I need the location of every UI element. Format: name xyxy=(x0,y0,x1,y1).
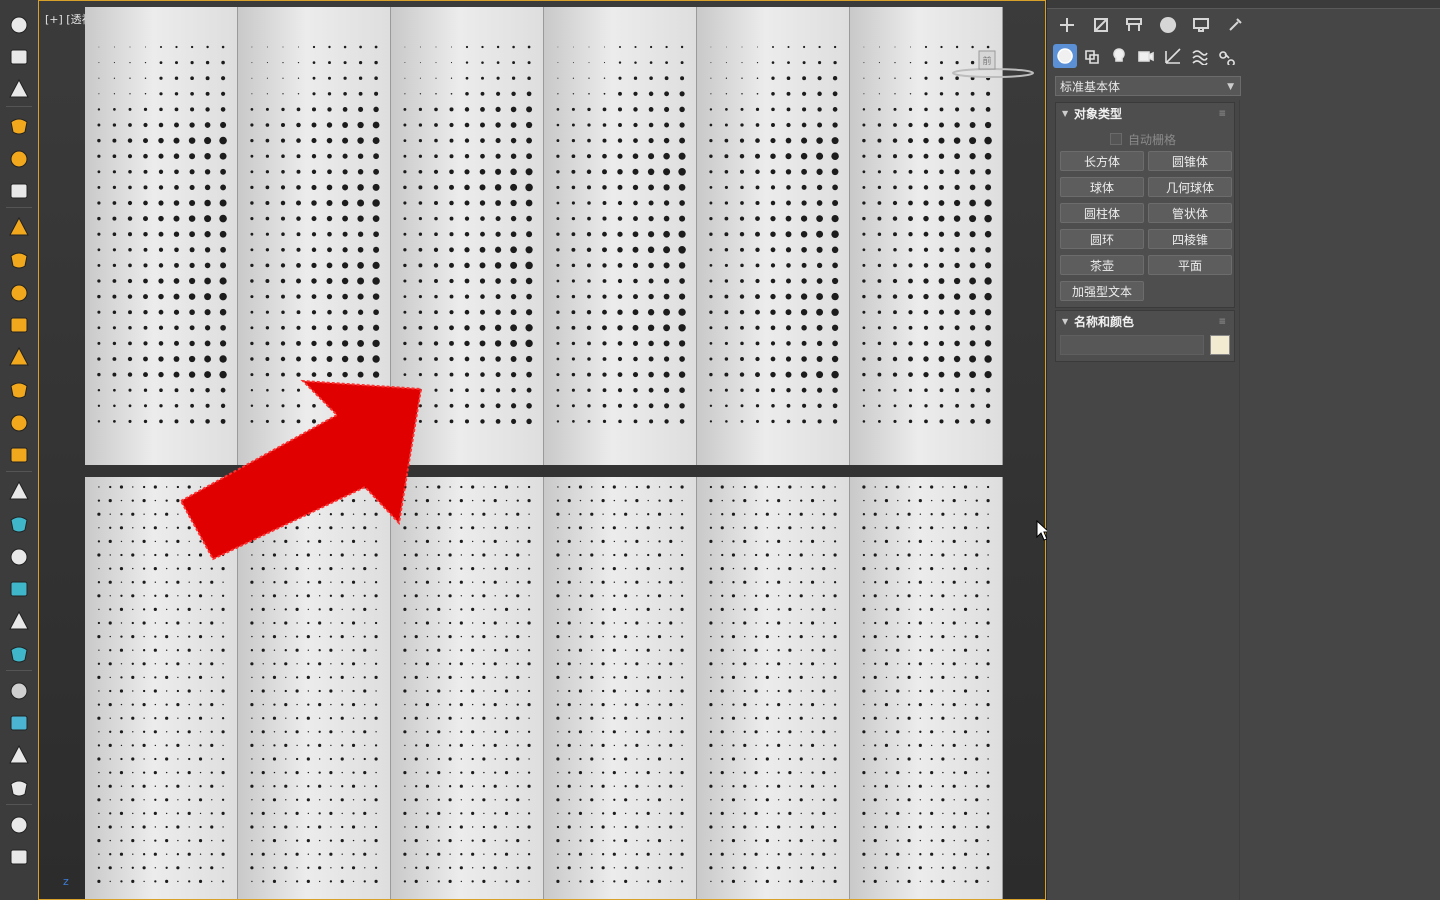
category-dropdown-value: 标准基本体 xyxy=(1060,80,1121,94)
box-window-icon[interactable] xyxy=(5,75,33,103)
name-and-color-title: 名称和颜色 xyxy=(1074,315,1135,329)
grass-icon[interactable] xyxy=(5,607,33,635)
create-subcategories xyxy=(1053,44,1433,70)
slate-icon[interactable] xyxy=(5,774,33,802)
display-icon[interactable] xyxy=(5,112,33,140)
object-type-button[interactable]: 球体 xyxy=(1060,177,1144,197)
sunburst-icon[interactable] xyxy=(5,441,33,469)
toolbar-separator xyxy=(6,471,32,472)
name-and-color-rollout-header[interactable]: ▼ 名称和颜色 ≡ xyxy=(1056,311,1234,333)
teapot-icon[interactable] xyxy=(5,10,33,38)
svg-text:前: 前 xyxy=(982,55,991,67)
motion-tab[interactable] xyxy=(1154,12,1182,38)
camera-icon[interactable] xyxy=(5,177,33,205)
category-dropdown[interactable]: 标准基本体 ▼ xyxy=(1055,76,1241,96)
object-color-swatch[interactable] xyxy=(1210,335,1230,355)
perspective-viewport[interactable]: [+] [透视] [注版] [默认明暗处理] 前 z xyxy=(38,0,1046,900)
color-wheel-icon[interactable] xyxy=(5,741,33,769)
command-panel-divider xyxy=(1239,100,1240,900)
shapes-icon[interactable] xyxy=(1080,44,1104,68)
command-panel-tabs xyxy=(1053,10,1433,38)
checkbox-box xyxy=(1110,133,1122,145)
command-panel-topbar xyxy=(1047,0,1440,9)
cube-icon[interactable] xyxy=(5,477,33,505)
pyramid-icon[interactable] xyxy=(5,542,33,570)
collapse-triangle-icon: ▼ xyxy=(1062,317,1069,326)
lightbulb-icon[interactable] xyxy=(5,376,33,404)
object-type-button[interactable]: 几何球体 xyxy=(1148,177,1232,197)
autogrid-label: 自动栅格 xyxy=(1128,133,1177,147)
axis-z-label: z xyxy=(63,875,69,888)
object-type-button[interactable]: 平面 xyxy=(1148,255,1232,275)
perforated-panel xyxy=(850,477,1003,899)
funnel-icon[interactable] xyxy=(5,213,33,241)
red-arrow-annotation xyxy=(179,379,423,561)
object-type-button[interactable]: 圆环 xyxy=(1060,229,1144,249)
object-type-rollout: ▼ 对象类型 ≡ 自动栅格 长方体 圆锥体 球体 几何球体 圆柱体 管状体 圆环 四棱锥 茶壶平… xyxy=(1055,102,1235,308)
autogrid-checkbox[interactable]: 自动栅格 xyxy=(1110,131,1176,148)
material-ball-icon[interactable] xyxy=(5,676,33,704)
perforated-panel xyxy=(697,7,850,465)
object-type-button[interactable]: 四棱锥 xyxy=(1148,229,1232,249)
chevron-down-icon: ▼ xyxy=(1227,82,1234,92)
torus-knot-icon[interactable] xyxy=(5,43,33,71)
display-tab[interactable] xyxy=(1187,12,1215,38)
left-toolbar xyxy=(0,0,39,900)
object-type-button[interactable]: 管状体 xyxy=(1148,203,1232,223)
rollout-grip-icon: ≡ xyxy=(1218,317,1226,327)
space-warps-icon[interactable] xyxy=(1188,44,1212,68)
create-tab[interactable] xyxy=(1053,12,1081,38)
hierarchy-tab[interactable] xyxy=(1120,12,1148,38)
viewcube-gizmo[interactable]: 前 xyxy=(939,43,1035,83)
command-panel: 标准基本体 ▼ ▼ 对象类型 ≡ 自动栅格 长方体 圆锥体 球体 几何球体 圆柱体 管状体… xyxy=(1047,0,1440,900)
toolbar-separator xyxy=(6,804,32,805)
sun-icon[interactable] xyxy=(5,408,33,436)
systems-icon[interactable] xyxy=(1215,44,1239,68)
helpers-icon[interactable] xyxy=(1161,44,1185,68)
half-sphere-icon[interactable] xyxy=(5,246,33,274)
object-type-title: 对象类型 xyxy=(1074,107,1123,121)
object-type-button[interactable]: 长方体 xyxy=(1060,151,1144,171)
modify-tab[interactable] xyxy=(1087,12,1115,38)
geosphere-icon[interactable] xyxy=(5,311,33,339)
perforated-panel xyxy=(697,477,850,899)
object-type-button[interactable]: 茶壶 xyxy=(1060,255,1144,275)
palette-icon[interactable] xyxy=(5,709,33,737)
mushroom-icon[interactable] xyxy=(5,343,33,371)
object-type-button[interactable]: 圆锥体 xyxy=(1148,151,1232,171)
toolbar-separator xyxy=(6,105,32,107)
array-icon[interactable] xyxy=(5,575,33,603)
utilities-tab[interactable] xyxy=(1221,12,1249,38)
flame-icon[interactable] xyxy=(5,640,33,668)
object-type-button[interactable]: 加强型文本 xyxy=(1060,281,1144,301)
perforated-panel xyxy=(544,477,697,899)
toolbar-separator xyxy=(6,670,32,671)
sphere-icon[interactable] xyxy=(5,278,33,306)
object-name-input[interactable] xyxy=(1060,335,1204,355)
toolbar-separator xyxy=(6,207,32,208)
object-type-rollout-header[interactable]: ▼ 对象类型 ≡ xyxy=(1056,103,1234,125)
object-type-button[interactable]: 圆柱体 xyxy=(1060,203,1144,223)
lights-icon[interactable] xyxy=(1107,44,1131,68)
v-ray-icon[interactable] xyxy=(5,843,33,871)
perforated-panel xyxy=(544,7,697,465)
sphere-wrap-icon[interactable] xyxy=(5,510,33,538)
name-and-color-rollout: ▼ 名称和颜色 ≡ xyxy=(1055,310,1235,362)
rollout-grip-icon: ≡ xyxy=(1218,109,1226,119)
render-frame-icon[interactable] xyxy=(5,144,33,172)
collapse-triangle-icon: ▼ xyxy=(1062,109,1069,118)
geometry-icon[interactable] xyxy=(1053,44,1077,68)
render-setup-icon[interactable] xyxy=(5,810,33,838)
cameras-icon[interactable] xyxy=(1134,44,1158,68)
